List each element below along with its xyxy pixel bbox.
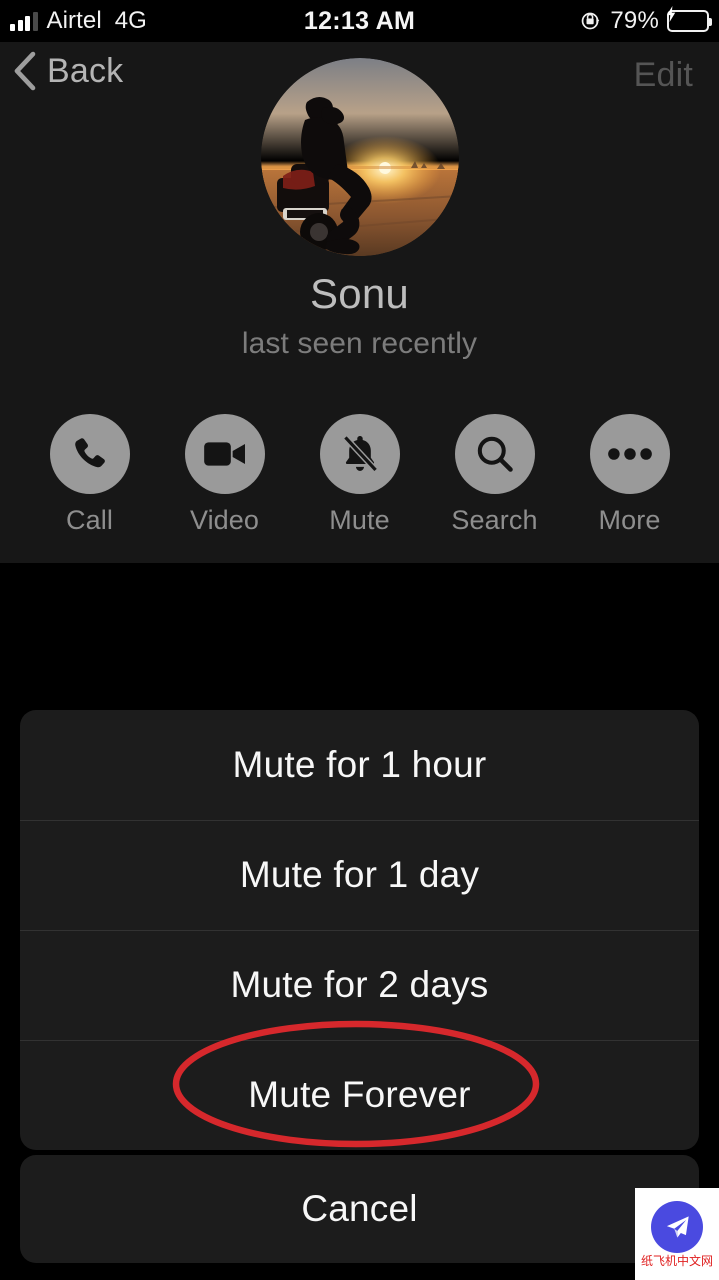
chevron-left-icon: [12, 50, 38, 92]
profile-header: Back Edit Sonu last seen recently Call V…: [0, 42, 719, 563]
phone-screen: Airtel 4G 12:13 AM 79% Back Edit Sonu la…: [0, 0, 719, 1280]
video-button-label: Video: [189, 505, 260, 535]
ellipsis-icon: [589, 414, 670, 494]
magnifier-icon: [454, 414, 535, 494]
video-button[interactable]: Video: [170, 414, 280, 536]
clock-label: 12:13 AM: [303, 6, 416, 35]
back-button[interactable]: Back: [12, 50, 123, 92]
profile-status: last seen recently: [241, 327, 478, 360]
profile-name: Sonu: [310, 270, 409, 317]
action-buttons-row: Call Video Mute Search More: [0, 414, 719, 539]
status-bar-right: 79%: [580, 0, 712, 42]
status-bar: Airtel 4G 12:13 AM 79%: [0, 0, 719, 42]
avatar[interactable]: [260, 58, 459, 256]
rotation-lock-icon: [580, 10, 602, 32]
search-button-label: Search: [451, 505, 538, 535]
cancel-button[interactable]: Cancel: [20, 1155, 699, 1263]
paper-plane-icon: [651, 1201, 703, 1253]
search-button[interactable]: Search: [440, 414, 550, 536]
mute-action-sheet: Mute for 1 hour Mute for 1 day Mute for …: [20, 710, 699, 1150]
call-button[interactable]: Call: [35, 414, 145, 536]
mute-button[interactable]: Mute: [305, 414, 415, 536]
signal-bars-icon: [10, 11, 38, 31]
carrier-label: Airtel: [46, 7, 102, 34]
sheet-item-mute-2-days[interactable]: Mute for 2 days: [20, 930, 699, 1040]
sheet-item-mute-1-hour[interactable]: Mute for 1 hour: [20, 710, 699, 820]
back-button-label: Back: [47, 51, 124, 90]
phone-icon: [49, 414, 130, 494]
battery-percent-label: 79%: [610, 7, 659, 34]
network-mode-label: 4G: [114, 7, 147, 34]
status-bar-left: Airtel 4G: [10, 0, 147, 42]
video-camera-icon: [184, 414, 265, 494]
mute-button-label: Mute: [329, 505, 390, 535]
call-button-label: Call: [66, 505, 113, 535]
sheet-item-mute-forever[interactable]: Mute Forever: [20, 1040, 699, 1150]
battery-charging-icon: [666, 6, 712, 32]
bell-slash-icon: [319, 414, 400, 494]
avatar-photo: [260, 58, 459, 256]
watermark-text: 纸飞机中文网: [640, 1254, 713, 1268]
more-button[interactable]: More: [575, 414, 685, 536]
edit-button[interactable]: Edit: [634, 56, 693, 95]
more-button-label: More: [598, 505, 661, 535]
sheet-item-mute-1-day[interactable]: Mute for 1 day: [20, 820, 699, 930]
watermark: 纸飞机中文网: [635, 1188, 719, 1280]
